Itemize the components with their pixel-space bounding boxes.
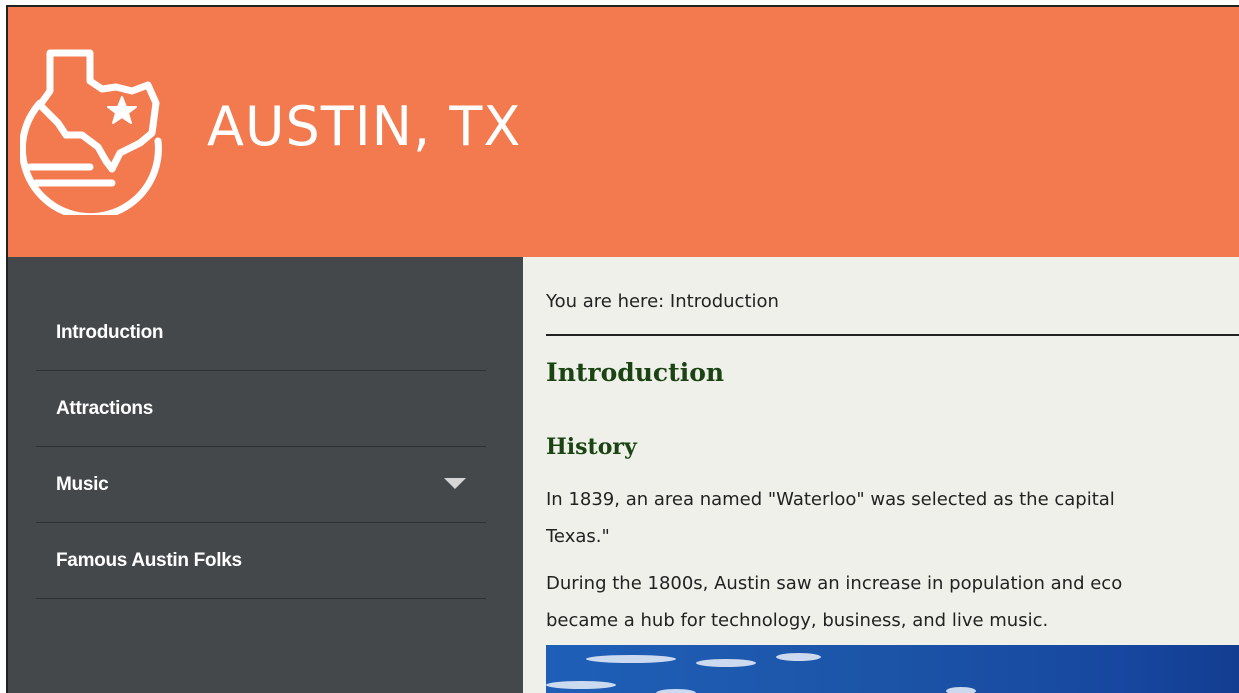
paragraph-line: During the 1800s, Austin saw an increase… bbox=[546, 573, 1123, 594]
sidebar-item-music[interactable]: Music bbox=[36, 447, 486, 523]
cloud-shape bbox=[696, 659, 756, 667]
paragraph-line: In 1839, an area named "Waterloo" was se… bbox=[546, 489, 1115, 510]
sidebar-item-label[interactable]: Music bbox=[56, 447, 109, 523]
caret-down-icon[interactable] bbox=[444, 478, 466, 489]
sidebar-nav: Introduction Attractions Music Famous Au… bbox=[8, 257, 523, 693]
cloud-shape bbox=[776, 653, 821, 661]
main-content: You are here: Introduction Introduction … bbox=[523, 257, 1239, 693]
sidebar-item-attractions[interactable]: Attractions bbox=[36, 371, 486, 447]
sidebar-item-label[interactable]: Introduction bbox=[56, 295, 164, 371]
sidebar-item-label[interactable]: Famous Austin Folks bbox=[56, 523, 242, 599]
city-sky-photo bbox=[546, 645, 1239, 693]
sidebar-item-introduction[interactable]: Introduction bbox=[36, 295, 486, 371]
history-paragraph-1: In 1839, an area named "Waterloo" was se… bbox=[546, 481, 1239, 555]
cloud-shape bbox=[656, 689, 696, 693]
sidebar-item-label[interactable]: Attractions bbox=[56, 371, 153, 447]
texas-map-star-icon[interactable] bbox=[20, 43, 166, 215]
breadcrumb-divider bbox=[546, 334, 1239, 336]
history-paragraph-2: During the 1800s, Austin saw an increase… bbox=[546, 565, 1239, 639]
browser-viewport: AUSTIN, TX Introduction Attractions Musi… bbox=[6, 5, 1239, 693]
breadcrumb: You are here: Introduction bbox=[546, 291, 779, 312]
cloud-shape bbox=[586, 655, 676, 663]
cloud-shape bbox=[546, 681, 616, 689]
paragraph-line: became a hub for technology, business, a… bbox=[546, 610, 1049, 631]
cloud-shape bbox=[946, 687, 976, 693]
page-title: Introduction bbox=[546, 358, 725, 387]
section-title-history: History bbox=[546, 434, 637, 460]
paragraph-line: Texas." bbox=[546, 526, 610, 547]
site-header: AUSTIN, TX bbox=[8, 7, 1239, 257]
sidebar-item-famous-austin-folks[interactable]: Famous Austin Folks bbox=[36, 523, 486, 599]
site-title: AUSTIN, TX bbox=[207, 95, 522, 158]
